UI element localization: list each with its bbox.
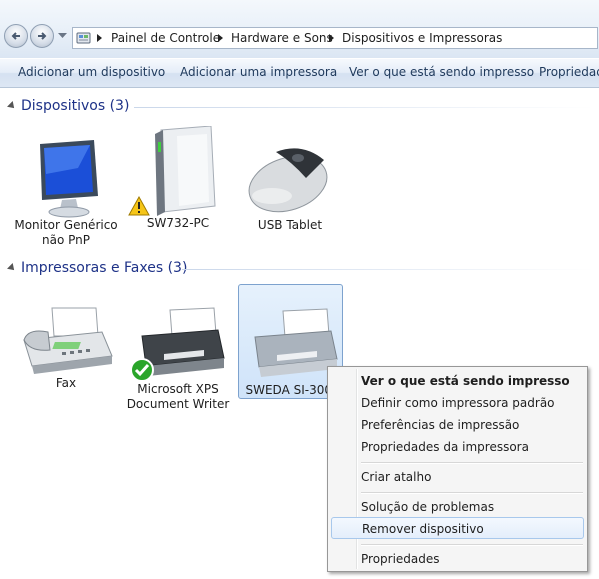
breadcrumb-control-panel[interactable]: Painel de Controle xyxy=(111,31,220,45)
printer-icon xyxy=(253,308,338,377)
device-usb-tablet[interactable]: USB Tablet xyxy=(238,138,342,233)
printers-group-header[interactable]: Impressoras e Faxes (3) xyxy=(6,260,596,278)
menu-separator xyxy=(361,544,583,546)
fax-icon xyxy=(23,307,113,374)
device-label: Monitor Genérico não PnP xyxy=(14,218,118,247)
warning-icon xyxy=(128,196,150,216)
menu-separator xyxy=(361,492,583,494)
menu-item-remove-device[interactable]: Remover dispositivo xyxy=(331,517,584,539)
breadcrumb-separator-icon xyxy=(218,34,223,42)
back-button[interactable] xyxy=(4,24,28,48)
device-label: SW732-PC xyxy=(146,216,210,230)
menu-item-create-shortcut[interactable]: Criar atalho xyxy=(331,466,584,488)
command-bar: Adicionar um dispositivo Adicionar uma i… xyxy=(0,58,599,88)
see-printing-button[interactable]: Ver o que está sendo impresso xyxy=(349,65,534,79)
printer-xps[interactable]: Microsoft XPS Document Writer xyxy=(126,306,230,412)
add-device-button[interactable]: Adicionar um dispositivo xyxy=(18,65,165,79)
address-box[interactable]: Painel de Controle Hardware e Sons Dispo… xyxy=(72,27,598,49)
printer-label: Microsoft XPS Document Writer xyxy=(126,382,230,411)
collapse-arrow-icon[interactable] xyxy=(7,101,17,111)
breadcrumb-separator-icon xyxy=(97,34,102,42)
group-divider xyxy=(182,269,594,270)
forward-arrow-icon xyxy=(38,32,47,40)
default-check-icon xyxy=(130,358,154,382)
menu-item-see-printing[interactable]: Ver o que está sendo impresso xyxy=(331,370,584,392)
printer-fax[interactable]: Fax xyxy=(14,306,118,391)
breadcrumb-devices-printers[interactable]: Dispositivos e Impressoras xyxy=(342,31,502,45)
devices-group-title: Dispositivos (3) xyxy=(21,98,130,114)
device-monitor[interactable]: Monitor Genérico não PnP xyxy=(14,138,118,248)
control-panel-icon xyxy=(76,32,91,44)
mouse-icon xyxy=(248,148,328,213)
context-menu: Ver o que está sendo impresso Definir co… xyxy=(327,366,588,572)
breadcrumb-hardware-sound[interactable]: Hardware e Sons xyxy=(231,31,333,45)
group-divider xyxy=(134,107,594,108)
address-bar-area: Painel de Controle Hardware e Sons Dispo… xyxy=(0,0,599,58)
devices-group-header[interactable]: Dispositivos (3) xyxy=(6,98,596,116)
device-computer[interactable]: SW732-PC xyxy=(126,126,230,231)
menu-item-troubleshoot[interactable]: Solução de problemas xyxy=(331,496,584,518)
printer-label: Fax xyxy=(55,376,77,390)
back-arrow-icon xyxy=(11,32,20,40)
menu-item-properties[interactable]: Propriedades xyxy=(331,548,584,570)
add-printer-button[interactable]: Adicionar uma impressora xyxy=(180,65,337,79)
properties-button[interactable]: Propriedades xyxy=(539,65,599,79)
menu-item-set-default[interactable]: Definir como impressora padrão xyxy=(331,392,584,414)
menu-item-printer-properties[interactable]: Propriedades da impressora xyxy=(331,436,584,458)
menu-item-printing-preferences[interactable]: Preferências de impressão xyxy=(331,414,584,436)
menu-separator xyxy=(361,462,583,464)
forward-button[interactable] xyxy=(30,24,54,48)
breadcrumb-separator-icon xyxy=(329,34,334,42)
device-label: USB Tablet xyxy=(257,218,323,232)
collapse-arrow-icon[interactable] xyxy=(7,263,17,273)
printers-group-title: Impressoras e Faxes (3) xyxy=(21,260,188,276)
recent-pages-dropdown-icon[interactable] xyxy=(58,33,67,39)
monitor-icon xyxy=(40,140,98,218)
